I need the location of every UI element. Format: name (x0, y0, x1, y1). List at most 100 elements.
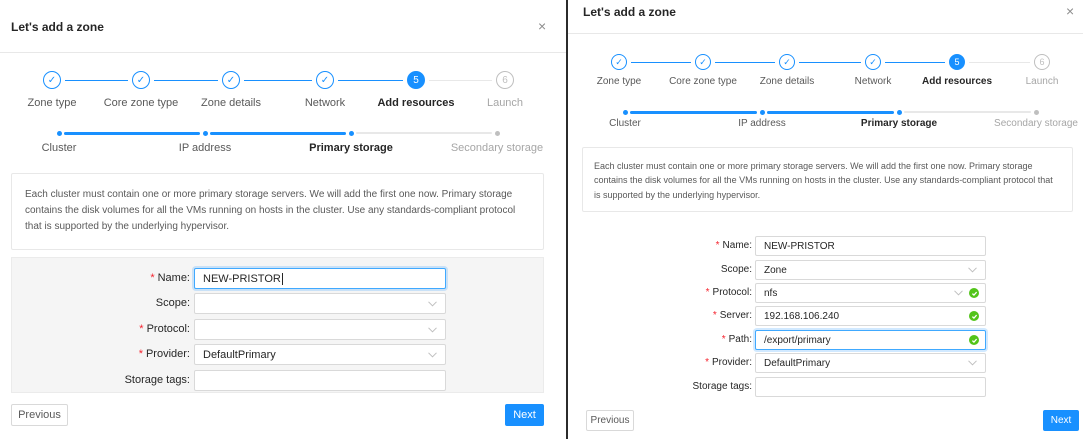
required-marker: * (705, 357, 709, 368)
substep-dot (896, 110, 902, 115)
next-button[interactable]: Next (505, 404, 544, 426)
select-field[interactable]: DefaultPrimary (194, 344, 446, 365)
step-number-icon: 5 (407, 71, 425, 89)
required-marker: * (138, 348, 143, 360)
step-label: Add resources (921, 76, 993, 87)
field-label-text: Provider: (711, 357, 752, 368)
substep-dot (759, 110, 765, 115)
step-connector (715, 62, 775, 63)
select-field[interactable] (194, 319, 446, 340)
field-label: Storage tags: (90, 374, 190, 386)
select-field[interactable]: DefaultPrimary (755, 353, 986, 373)
next-button[interactable]: Next (1043, 410, 1079, 431)
check-icon: ✓ (865, 54, 881, 70)
field-label-text: Protocol: (712, 287, 752, 298)
substep-label: Primary storage (860, 118, 938, 129)
text-field[interactable] (755, 377, 986, 397)
step-connector (154, 80, 218, 81)
required-marker: * (712, 310, 717, 321)
step-label: Zone details (201, 97, 261, 109)
substep-dot (494, 131, 500, 136)
substep-label: Cluster (41, 142, 77, 154)
step-label: Zone type (27, 97, 77, 109)
field-label-text: Protocol: (146, 323, 190, 335)
step-number-icon: 6 (1034, 54, 1050, 70)
field-value: Zone (764, 264, 787, 276)
field-label: Scope: (90, 297, 190, 309)
left-dialog: Let's add a zone × ✓ Zone type ✓ Core zone ty… (0, 0, 566, 439)
previous-button[interactable]: Previous (586, 410, 634, 431)
step-connector (799, 62, 861, 63)
close-icon[interactable]: × (1066, 4, 1074, 18)
step-label: Core zone type (103, 97, 179, 109)
check-circle-icon (969, 311, 979, 321)
field-label-text: Name: (722, 240, 752, 251)
step-connector (244, 80, 312, 81)
step-label: Network (854, 76, 892, 87)
field-value: /export/primary (764, 334, 831, 346)
substep-label: IP address (178, 142, 232, 154)
chevron-down-icon (428, 326, 437, 333)
chevron-down-icon (954, 290, 963, 296)
field-label-text: Storage tags: (692, 381, 752, 392)
text-field[interactable]: NEW-PRISTOR (755, 236, 986, 256)
right-dialog: Let's add a zone × ✓ Zone type ✓ Core zone ty… (568, 0, 1083, 439)
substep-label: Secondary storage (994, 118, 1078, 129)
text-field[interactable]: 192.168.106.240 (755, 306, 986, 326)
text-field[interactable]: NEW-PRISTOR (194, 268, 446, 289)
dialog-title: Let's add a zone (583, 5, 676, 19)
field-label: Scope: (652, 264, 752, 275)
text-field[interactable]: /export/primary (755, 330, 986, 350)
check-icon: ✓ (316, 71, 334, 89)
text-field[interactable] (194, 370, 446, 391)
substep-label: Primary storage (309, 142, 393, 154)
field-label-text: Storage tags: (124, 374, 190, 386)
step-label: Network (304, 97, 346, 109)
field-label-text: Name: (157, 272, 190, 284)
step-label: Core zone type (669, 76, 737, 87)
substep-connector (356, 132, 492, 134)
field-label: * Provider: (652, 357, 752, 368)
field-value: nfs (764, 287, 778, 299)
field-label: * Server: (652, 310, 752, 321)
required-marker: * (715, 240, 720, 251)
substep-dot (202, 131, 208, 136)
required-marker: * (705, 287, 710, 298)
substep-dot (56, 131, 62, 136)
field-label-text: Path: (728, 334, 752, 345)
step-connector (65, 80, 128, 81)
field-value: DefaultPrimary (764, 357, 831, 369)
select-field[interactable]: nfs (755, 283, 986, 303)
required-marker: * (139, 323, 144, 335)
header-divider (0, 52, 566, 53)
step-label: Launch (1025, 76, 1059, 87)
field-label: * Path: (652, 334, 752, 345)
substep-connector (630, 111, 757, 114)
select-field[interactable]: Zone (755, 260, 986, 280)
check-icon: ✓ (779, 54, 795, 70)
substep-label: Secondary storage (450, 142, 544, 154)
required-marker: * (721, 334, 726, 345)
substep-connector (210, 132, 346, 135)
check-circle-icon (969, 335, 979, 345)
step-connector (429, 80, 492, 81)
substep-connector (767, 111, 894, 114)
text-caret (281, 272, 283, 285)
substep-dot (1033, 110, 1039, 115)
substep-label: Cluster (609, 118, 641, 129)
field-label-text: Scope: (720, 264, 752, 275)
step-number-icon: 6 (496, 71, 514, 89)
select-field[interactable] (194, 293, 446, 314)
check-icon: ✓ (611, 54, 627, 70)
previous-button[interactable]: Previous (11, 404, 68, 426)
field-value: 192.168.106.240 (764, 310, 840, 322)
check-icon: ✓ (695, 54, 711, 70)
substep-label: IP address (738, 118, 786, 129)
step-label: Launch (486, 97, 524, 109)
step-connector (631, 62, 691, 63)
chevron-down-icon (428, 300, 437, 307)
field-label: Storage tags: (652, 381, 752, 392)
field-label-text: Provider: (145, 348, 190, 360)
substep-connector (64, 132, 200, 135)
close-icon[interactable]: × (538, 19, 546, 33)
